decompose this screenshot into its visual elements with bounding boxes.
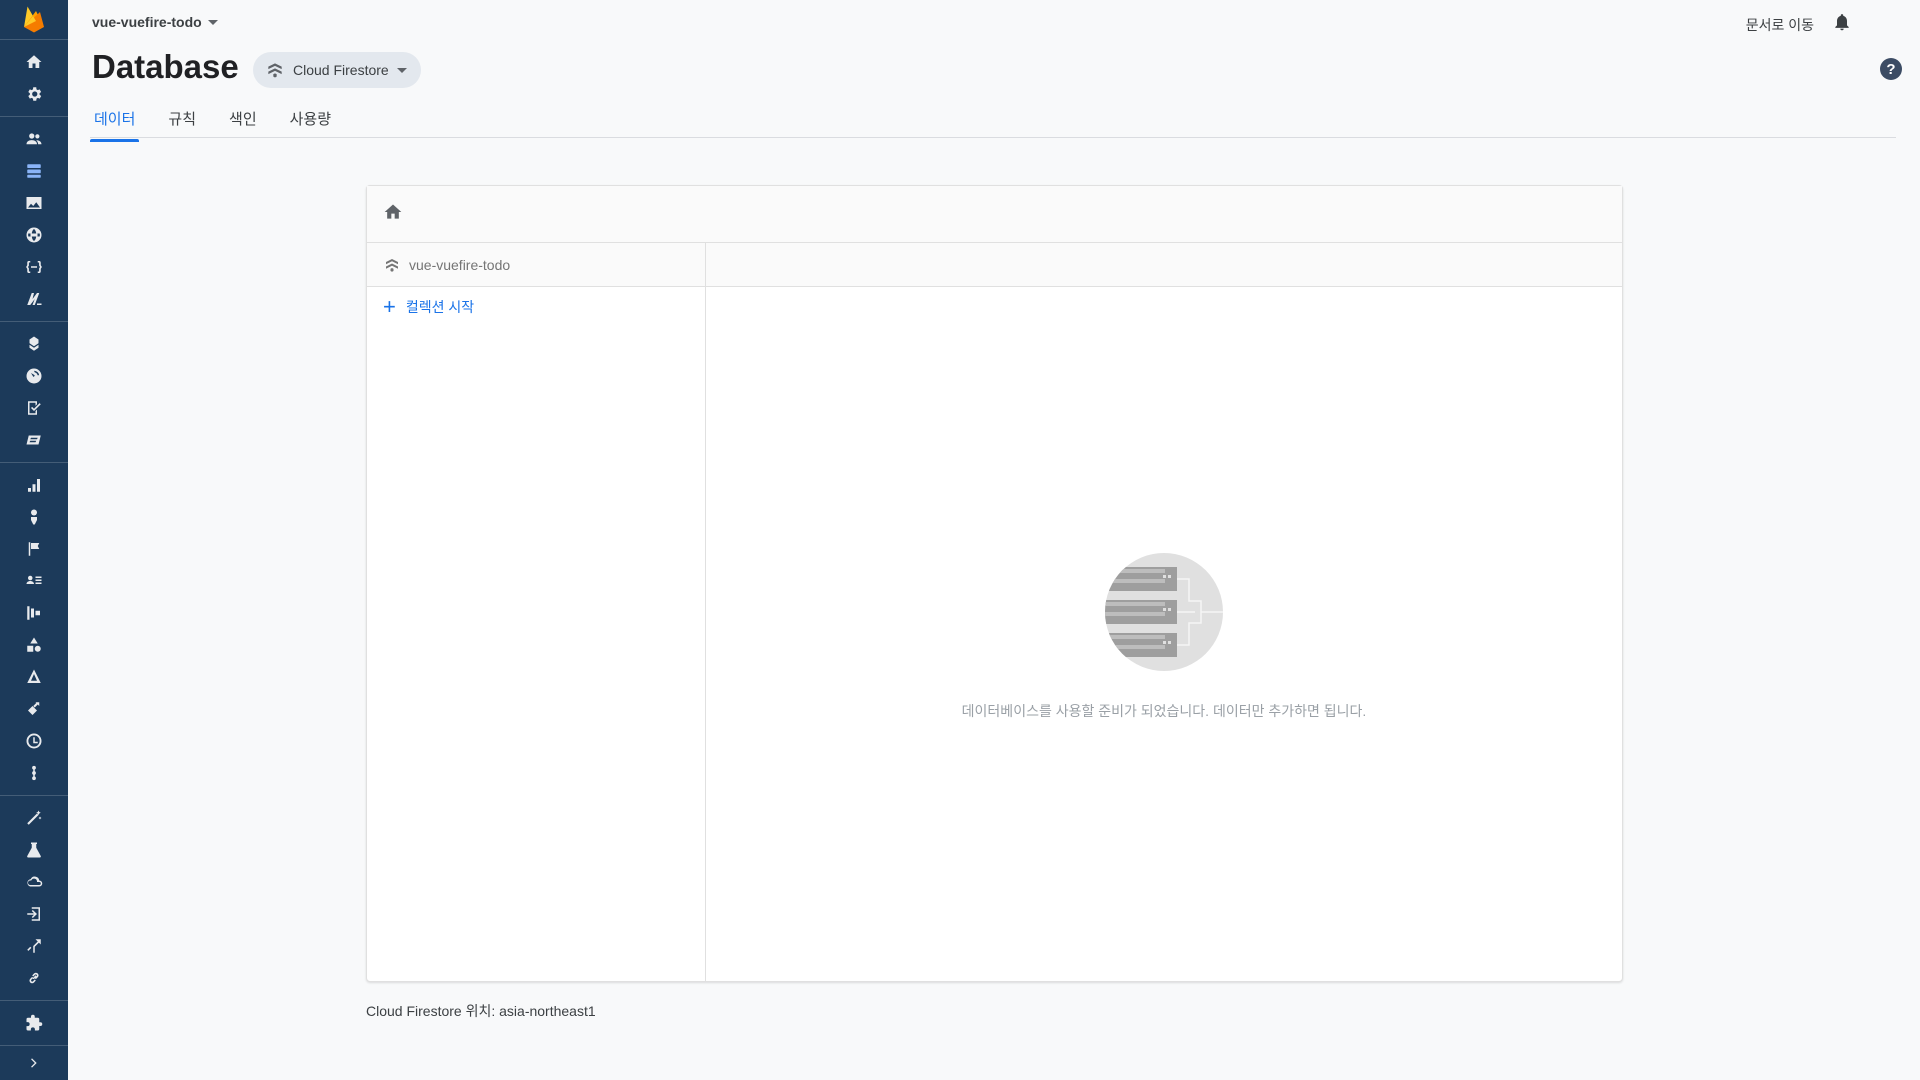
performance-icon[interactable] [0, 360, 68, 392]
ab-testing-icon[interactable] [0, 629, 68, 661]
test-lab-icon[interactable] [0, 392, 68, 424]
empty-state-message: 데이터베이스를 사용할 준비가 되었습니다. 데이터만 추가하면 됩니다. [961, 703, 1367, 719]
start-collection-label: 컬렉션 시작 [405, 299, 475, 315]
tab-data[interactable]: 데이터 [90, 104, 140, 142]
authentication-icon[interactable] [0, 123, 68, 155]
events-icon[interactable] [0, 533, 68, 565]
page-title: Database [92, 48, 239, 85]
home-icon[interactable] [383, 202, 403, 227]
tabs-divider [90, 137, 1896, 138]
expand-rail-button[interactable] [0, 1044, 68, 1080]
firestore-icon [268, 63, 282, 78]
panel-toolbar [367, 186, 1622, 243]
firestore-icon [386, 258, 398, 272]
reroute-icon[interactable] [0, 930, 68, 962]
project-switcher[interactable]: vue-vuefire-todo [92, 14, 218, 30]
plus-icon: + [383, 294, 396, 319]
root-column-header: vue-vuefire-todo [367, 243, 705, 287]
rail-group-develop [0, 115, 68, 321]
tab-indexes[interactable]: 색인 [225, 104, 261, 141]
root-column: vue-vuefire-todo + 컬렉션 시작 [367, 243, 706, 981]
rail-group-project [0, 38, 68, 116]
notifications-bell-icon[interactable] [1832, 12, 1852, 37]
rail-group-grow [0, 794, 68, 1000]
help-icon[interactable]: ? [1880, 58, 1902, 80]
side-rail [0, 0, 68, 1080]
login-icon[interactable] [0, 898, 68, 930]
database-type-selector[interactable]: Cloud Firestore [253, 52, 421, 88]
detail-column: 데이터베이스를 사용할 준비가 되었습니다. 데이터만 추가하면 됩니다. [706, 243, 1622, 981]
predictions-icon[interactable] [0, 501, 68, 533]
dynamic-links-icon[interactable] [0, 725, 68, 757]
root-label: vue-vuefire-todo [409, 256, 511, 273]
remote-config-icon[interactable] [0, 693, 68, 725]
data-viewer-panel: vue-vuefire-todo + 컬렉션 시작 데이터베이스를 사용할 준비… [366, 185, 1623, 982]
database-illustration-icon [1105, 553, 1223, 671]
funnels-icon[interactable] [0, 597, 68, 629]
rail-group-extensions [0, 999, 68, 1045]
functions-icon[interactable] [0, 251, 68, 283]
audiences-icon[interactable] [0, 565, 68, 597]
header-actions: 문서로 이동 [1746, 12, 1852, 37]
extensions-icon[interactable] [0, 802, 68, 834]
cloud-icon[interactable] [0, 866, 68, 898]
dropdown-caret-icon [396, 67, 407, 73]
app-distribution-icon[interactable] [0, 424, 68, 456]
tab-usage[interactable]: 사용량 [286, 104, 335, 141]
start-collection-button[interactable]: + 컬렉션 시작 [367, 287, 705, 327]
home-icon[interactable] [0, 46, 68, 78]
database-icon[interactable] [0, 155, 68, 187]
chevron-right-icon [31, 1058, 37, 1068]
database-tabs: 데이터 규칙 색인 사용량 [90, 104, 360, 142]
empty-state: 데이터베이스를 사용할 준비가 되었습니다. 데이터만 추가하면 됩니다. [706, 553, 1622, 721]
crashlytics-icon[interactable] [0, 328, 68, 360]
in-app-messaging-icon[interactable] [0, 661, 68, 693]
panel-columns: vue-vuefire-todo + 컬렉션 시작 데이터베이스를 사용할 준비… [367, 243, 1622, 981]
dropdown-caret-icon [207, 19, 218, 25]
ml-kit-icon[interactable] [0, 283, 68, 315]
firestore-location: Cloud Firestore 위치: asia-northeast1 [366, 1003, 596, 1019]
database-type-label: Cloud Firestore [293, 62, 389, 78]
cloud-messaging-icon[interactable] [0, 757, 68, 789]
link-icon[interactable] [0, 962, 68, 994]
go-to-docs-link[interactable]: 문서로 이동 [1746, 15, 1814, 35]
detail-column-header [706, 243, 1622, 287]
puzzle-icon[interactable] [0, 1007, 68, 1039]
analytics-icon[interactable] [0, 469, 68, 501]
rail-group-analytics [0, 461, 68, 795]
tab-rules[interactable]: 규칙 [164, 104, 200, 141]
rail-group-quality [0, 320, 68, 462]
lab-icon[interactable] [0, 834, 68, 866]
hosting-icon[interactable] [0, 219, 68, 251]
settings-icon[interactable] [0, 78, 68, 110]
firebase-logo-icon[interactable] [0, 0, 68, 39]
storage-icon[interactable] [0, 187, 68, 219]
project-name: vue-vuefire-todo [92, 14, 202, 30]
page-header: vue-vuefire-todo 문서로 이동 ? Database Cloud… [68, 0, 1920, 142]
